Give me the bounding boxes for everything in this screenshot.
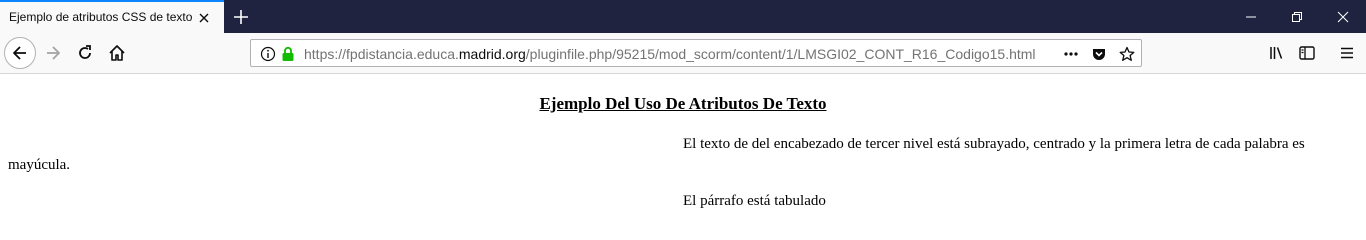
sidebar-icon[interactable] xyxy=(1292,38,1322,68)
info-icon[interactable] xyxy=(260,46,276,62)
url-bar[interactable]: https://fpdistancia.educa.madrid.org/plu… xyxy=(250,39,1142,67)
close-tab-icon[interactable] xyxy=(196,10,212,26)
library-icon[interactable] xyxy=(1262,38,1292,68)
tab-title: Ejemplo de atributos CSS de texto xyxy=(9,10,193,24)
page-actions-icon[interactable] xyxy=(1063,46,1079,62)
bookmark-star-icon[interactable] xyxy=(1119,46,1135,62)
lock-icon[interactable] xyxy=(280,46,296,62)
url-suffix: /pluginfile.php/95215/mod_scorm/content/… xyxy=(525,46,1036,62)
forward-button[interactable] xyxy=(38,38,68,68)
back-button[interactable] xyxy=(4,37,36,69)
tab-strip: Ejemplo de atributos CSS de texto xyxy=(0,0,1366,33)
page-heading: Ejemplo Del Uso De Atributos De Texto xyxy=(539,94,827,113)
url-host: madrid.org xyxy=(458,46,526,62)
paragraph-tabulated: El párrafo está tabulado xyxy=(683,193,826,209)
url-prefix: https://fpdistancia.educa. xyxy=(304,46,459,62)
active-tab[interactable]: Ejemplo de atributos CSS de texto xyxy=(0,0,224,33)
minimize-icon[interactable] xyxy=(1228,0,1274,33)
close-window-icon[interactable] xyxy=(1320,0,1366,33)
restore-icon[interactable] xyxy=(1274,0,1320,33)
paragraph-description: El texto de del encabezado de tercer niv… xyxy=(8,136,1305,173)
url-text[interactable]: https://fpdistancia.educa.madrid.org/plu… xyxy=(304,46,1036,62)
hamburger-menu-icon[interactable] xyxy=(1332,38,1362,68)
new-tab-icon[interactable] xyxy=(230,6,252,28)
navigation-toolbar: https://fpdistancia.educa.madrid.org/plu… xyxy=(0,33,1366,74)
pocket-icon[interactable] xyxy=(1091,46,1107,62)
home-icon[interactable] xyxy=(102,38,132,68)
reload-icon[interactable] xyxy=(70,38,100,68)
page-content: Ejemplo Del Uso De Atributos De Texto El… xyxy=(0,74,1366,232)
